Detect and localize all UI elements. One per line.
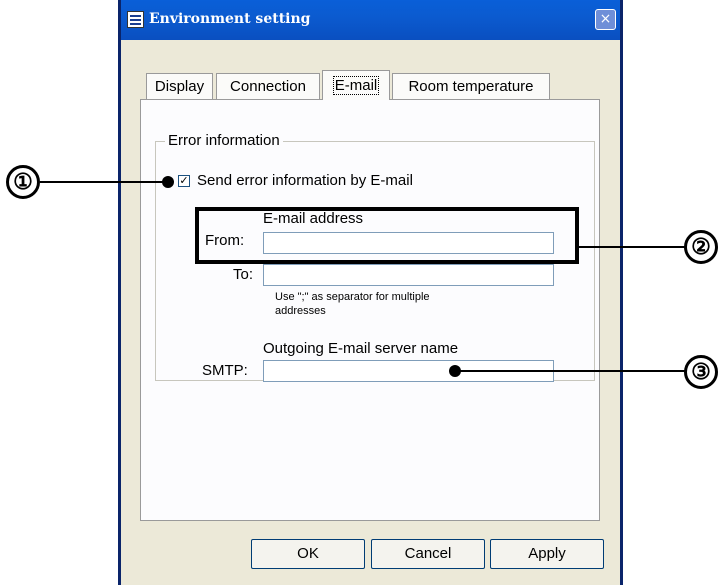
tab-email[interactable]: E-mail	[322, 70, 390, 100]
tab-room-temperature-label: Room temperature	[408, 78, 534, 95]
callout-2: ②	[684, 230, 718, 264]
callout-2-line	[579, 246, 685, 248]
window-title: Environment setting	[149, 11, 311, 27]
apply-button[interactable]: Apply	[490, 539, 604, 569]
tab-display[interactable]: Display	[146, 73, 213, 99]
tab-connection-label: Connection	[230, 78, 306, 95]
window-icon	[127, 11, 144, 28]
callout-3-line	[455, 370, 685, 372]
send-error-email-label: Send error information by E-mail	[197, 172, 413, 189]
callout-1: ①	[6, 165, 40, 199]
send-error-email-checkbox[interactable]: ✓	[178, 175, 190, 187]
to-label: To:	[233, 266, 254, 283]
separator-note-line1: Use ";" as separator for multiple	[275, 291, 430, 303]
cancel-button[interactable]: Cancel	[371, 539, 485, 569]
email-address-highlight	[195, 207, 579, 264]
title-bar[interactable]: Environment setting ×	[121, 0, 620, 40]
error-info-group-title: Error information	[165, 132, 283, 149]
to-email-field[interactable]	[263, 264, 554, 286]
smtp-label: SMTP:	[202, 362, 248, 379]
ok-button[interactable]: OK	[251, 539, 365, 569]
callout-3-dot	[449, 365, 461, 377]
tab-display-label: Display	[154, 78, 205, 95]
tab-room-temperature[interactable]: Room temperature	[392, 73, 550, 99]
callout-1-dot	[162, 176, 174, 188]
smtp-heading: Outgoing E-mail server name	[263, 340, 459, 357]
close-icon[interactable]: ×	[595, 9, 616, 30]
callout-1-line	[40, 181, 166, 183]
callout-3: ③	[684, 355, 718, 389]
tab-email-label: E-mail	[332, 76, 380, 95]
separator-note-line2: addresses	[275, 305, 326, 317]
tab-connection[interactable]: Connection	[216, 73, 320, 99]
